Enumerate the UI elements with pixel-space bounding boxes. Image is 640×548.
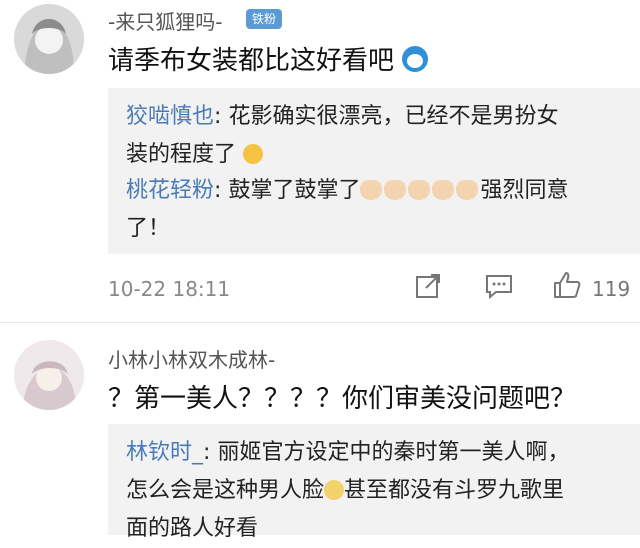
comment-timestamp: 10-22 18:11	[108, 277, 231, 301]
comment-button[interactable]	[484, 272, 514, 300]
comment-username[interactable]: 小林小林双木成林-	[108, 344, 275, 373]
reply-item[interactable]: 狡啮慎也: 花影确实很漂亮，已经不是男扮女 装的程度了	[126, 98, 622, 174]
reply-colon: :	[203, 440, 211, 465]
reply-box[interactable]: 林钦时_: 丽姬官方设定中的秦时第一美人啊， 怎么会是这种男人脸 甚至都没有斗罗九…	[108, 424, 640, 541]
laugh-cry-emoji-icon	[243, 144, 264, 164]
thumbs-up-icon	[554, 272, 581, 298]
reply-text-line2: 了！	[126, 216, 171, 241]
reply-text-line2a: 怎么会是这种男人脸	[126, 478, 325, 503]
avatar[interactable]	[14, 340, 84, 410]
reply-text: 花影确实很漂亮，已经不是男扮女	[228, 104, 559, 129]
fan-badge: 铁粉	[246, 9, 283, 29]
reply-text-after: 强烈同意	[480, 178, 569, 203]
clap-emoji-icon	[432, 180, 455, 200]
clap-emoji-icon	[384, 180, 407, 200]
reply-text: 鼓掌了鼓掌了	[228, 178, 361, 203]
like-button[interactable]	[552, 270, 582, 300]
clap-emoji-icon	[456, 180, 479, 200]
reply-item[interactable]: 林钦时_: 丽姬官方设定中的秦时第一美人啊， 怎么会是这种男人脸 甚至都没有斗罗九…	[126, 434, 622, 548]
clap-emoji-icon	[408, 180, 431, 200]
divider	[0, 322, 640, 323]
comment-username[interactable]: -来只狐狸吗-	[108, 6, 222, 35]
reply-colon: :	[214, 104, 222, 129]
avatar[interactable]	[14, 4, 84, 74]
doraemon-emoji-icon	[402, 46, 429, 72]
clap-emoji-icon	[360, 180, 383, 200]
comment-text: ？第一美人？？？？你们审美没问题吧？	[108, 384, 577, 414]
share-button[interactable]	[414, 272, 442, 300]
reply-text-line2b: 甚至都没有斗罗九歌里	[344, 478, 565, 503]
reply-colon: :	[214, 178, 222, 203]
reply-text-line2: 装的程度了	[126, 142, 237, 167]
smile-emoji-icon	[324, 480, 345, 500]
reply-text-line3: 面的路人好看	[126, 516, 259, 541]
reply-username[interactable]: 桃花轻粉	[126, 178, 214, 203]
comment-text-content: 请季布女装都比这好看吧	[108, 46, 395, 76]
reply-item[interactable]: 桃花轻粉: 鼓掌了鼓掌了 强烈同意 了！	[126, 172, 622, 248]
comment-text: 请季布女装都比这好看吧	[108, 40, 429, 77]
reply-username[interactable]: 林钦时_	[126, 440, 203, 465]
reply-box[interactable]: 狡啮慎也: 花影确实很漂亮，已经不是男扮女 装的程度了 桃花轻粉: 鼓掌了鼓掌了…	[108, 88, 640, 254]
share-icon	[416, 274, 440, 298]
like-count: 119	[592, 277, 631, 301]
comment-icon	[486, 275, 512, 300]
reply-username[interactable]: 狡啮慎也	[126, 104, 214, 129]
reply-text: 丽姬官方设定中的秦时第一美人啊，	[217, 440, 570, 465]
